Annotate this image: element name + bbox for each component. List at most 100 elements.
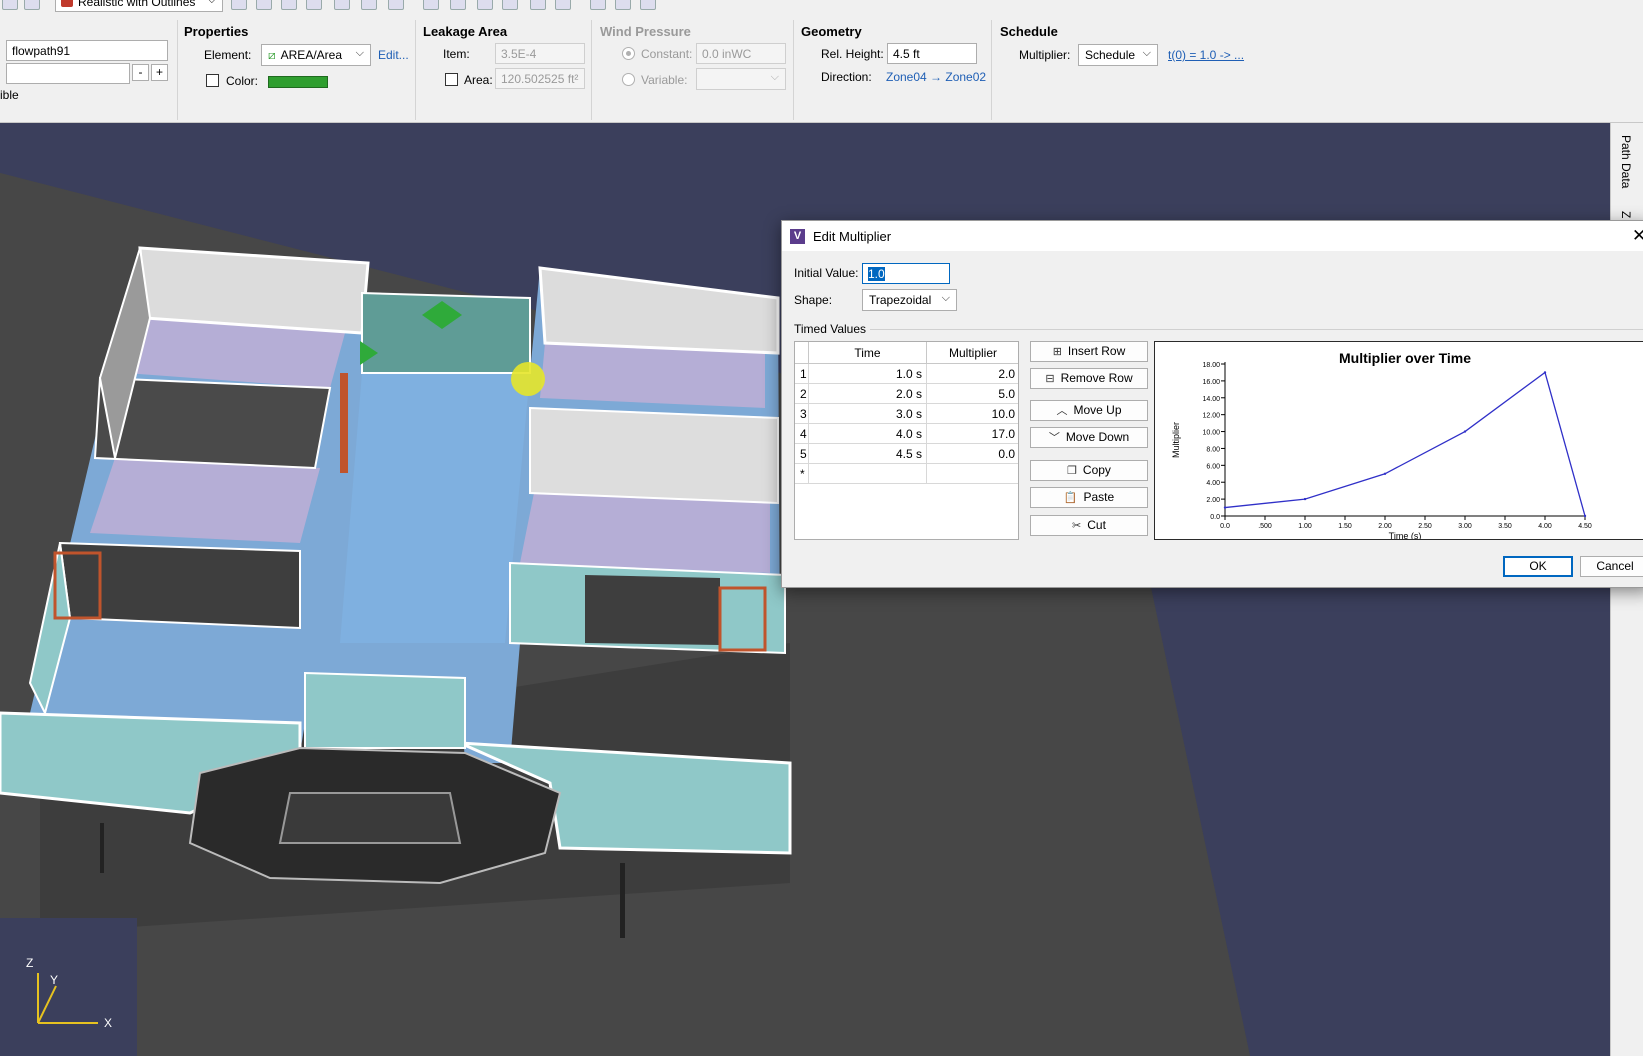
tool-icon[interactable] bbox=[615, 0, 631, 10]
tool-icon[interactable] bbox=[334, 0, 350, 10]
x-tick-label: 1.50 bbox=[1338, 523, 1352, 530]
secondary-field[interactable] bbox=[6, 63, 130, 84]
paste-button[interactable]: 📋 Paste bbox=[1030, 487, 1148, 508]
tool-icon[interactable] bbox=[361, 0, 377, 10]
multiplier-cell[interactable] bbox=[927, 464, 1019, 484]
scissors-icon: ✂ bbox=[1072, 520, 1082, 532]
rel-height-field[interactable]: 4.5 ft bbox=[887, 43, 977, 64]
column-header-time[interactable]: Time bbox=[809, 342, 927, 364]
properties-ribbon: Realistic with Outlines ⌵ flowpath91 - +… bbox=[0, 0, 1643, 123]
close-icon[interactable]: ✕ bbox=[1632, 226, 1643, 246]
table-header: Time Multiplier bbox=[795, 342, 1018, 364]
move-down-button[interactable]: ﹀ Move Down bbox=[1030, 427, 1148, 448]
multiplier-cell[interactable]: 2.0 bbox=[927, 364, 1019, 384]
schedule-formula-link[interactable]: t(0) = 1.0 -> ... bbox=[1168, 48, 1244, 62]
time-cell[interactable]: 4.5 s bbox=[809, 444, 927, 464]
view-mode-select[interactable]: Realistic with Outlines ⌵ bbox=[55, 0, 223, 12]
element-select[interactable]: ⧄ AREA/Area ⌵ bbox=[261, 44, 371, 66]
x-tick-label: 3.00 bbox=[1458, 523, 1472, 530]
axes-gizmo-icon bbox=[37, 973, 98, 1024]
orbit-tool-icon[interactable] bbox=[450, 0, 466, 10]
variable-select[interactable]: ⌵ bbox=[696, 68, 786, 90]
tab-path-data[interactable]: Path Data bbox=[1619, 135, 1633, 188]
multiplier-select[interactable]: Schedule ⌵ bbox=[1078, 44, 1158, 66]
shape-select[interactable]: Trapezoidal ⌵ bbox=[862, 289, 957, 311]
item-field[interactable]: 3.5E-4 bbox=[495, 43, 585, 64]
table-row[interactable]: 5 4.5 s 0.0 bbox=[795, 444, 1018, 464]
cut-button[interactable]: ✂ Cut bbox=[1030, 515, 1148, 536]
area-checkbox[interactable] bbox=[445, 73, 458, 86]
rel-height-label: Rel. Height: bbox=[821, 47, 884, 61]
remove-row-button[interactable]: ⊟ Remove Row bbox=[1030, 368, 1148, 389]
constant-radio[interactable] bbox=[622, 47, 635, 60]
copy-button[interactable]: ❐ Copy bbox=[1030, 460, 1148, 481]
area-field[interactable]: 120.502525 ft² bbox=[495, 68, 585, 89]
tool-icon[interactable] bbox=[2, 0, 18, 10]
move-up-button[interactable]: ︿ Move Up bbox=[1030, 400, 1148, 421]
schedule-section: Schedule Multiplier: Schedule ⌵ t(0) = 1… bbox=[992, 20, 1292, 120]
new-row[interactable]: * bbox=[795, 464, 1018, 484]
cut-label: Cut bbox=[1087, 518, 1106, 532]
paste-label: Paste bbox=[1083, 490, 1115, 504]
multiplier-cell[interactable]: 5.0 bbox=[927, 384, 1019, 404]
tool-icon[interactable] bbox=[530, 0, 546, 10]
move-tool-icon[interactable] bbox=[502, 0, 518, 10]
data-point bbox=[1583, 514, 1587, 518]
tool-icon[interactable] bbox=[555, 0, 571, 10]
time-cell[interactable]: 4.0 s bbox=[809, 424, 927, 444]
app-icon: V bbox=[790, 229, 805, 244]
tool-icon[interactable] bbox=[24, 0, 40, 10]
color-label: Color: bbox=[226, 74, 259, 88]
timed-values-table[interactable]: Time Multiplier 1 1.0 s 2.0 2 2.0 s 5.0 3 3.0 s… bbox=[794, 341, 1019, 540]
move-down-label: Move Down bbox=[1065, 430, 1130, 444]
time-cell[interactable]: 2.0 s bbox=[809, 384, 927, 404]
multiplier-cell[interactable]: 0.0 bbox=[927, 444, 1019, 464]
tool-icon[interactable] bbox=[306, 0, 322, 10]
multiplier-cell[interactable]: 17.0 bbox=[927, 424, 1019, 444]
cancel-button[interactable]: Cancel bbox=[1580, 556, 1643, 577]
constant-field[interactable]: 0.0 inWC bbox=[696, 43, 786, 64]
multiplier-cell[interactable]: 10.0 bbox=[927, 404, 1019, 424]
color-checkbox[interactable] bbox=[206, 74, 219, 87]
color-swatch[interactable] bbox=[268, 76, 328, 88]
tab-z[interactable]: Z bbox=[1619, 211, 1633, 218]
tool-icon[interactable] bbox=[388, 0, 404, 10]
tool-icon[interactable] bbox=[640, 0, 656, 10]
section-title: Leakage Area bbox=[423, 24, 508, 39]
time-cell[interactable]: 1.0 s bbox=[809, 364, 927, 384]
minus-button[interactable]: - bbox=[132, 64, 149, 81]
table-row[interactable]: 2 2.0 s 5.0 bbox=[795, 384, 1018, 404]
insert-row-button[interactable]: ⊞ Insert Row bbox=[1030, 341, 1148, 362]
table-row[interactable]: 3 3.0 s 10.0 bbox=[795, 404, 1018, 424]
ok-button[interactable]: OK bbox=[1503, 556, 1573, 577]
x-axis-label: Time (s) bbox=[1389, 531, 1422, 540]
variable-radio[interactable] bbox=[622, 73, 635, 86]
table-row[interactable]: 1 1.0 s 2.0 bbox=[795, 364, 1018, 384]
direction-link[interactable]: Zone04 → Zone02 bbox=[886, 70, 986, 84]
name-panel: flowpath91 - + ible bbox=[0, 20, 178, 120]
select-tool-icon[interactable] bbox=[423, 0, 439, 10]
table-row[interactable]: 4 4.0 s 17.0 bbox=[795, 424, 1018, 444]
tool-icon[interactable] bbox=[590, 0, 606, 10]
tool-icon[interactable] bbox=[256, 0, 272, 10]
visible-label: ible bbox=[0, 88, 19, 102]
path-name-field[interactable]: flowpath91 bbox=[6, 40, 168, 61]
element-value: AREA/Area bbox=[280, 48, 342, 62]
dialog-titlebar[interactable]: V Edit Multiplier ✕ bbox=[782, 221, 1643, 251]
initial-value-field[interactable]: 1.0 bbox=[862, 263, 950, 284]
tool-icon[interactable] bbox=[281, 0, 297, 10]
row-header-corner bbox=[795, 342, 809, 364]
data-point bbox=[1303, 497, 1307, 501]
time-cell[interactable] bbox=[809, 464, 927, 484]
column-header-multiplier[interactable]: Multiplier bbox=[927, 342, 1019, 364]
view-mode-label: Realistic with Outlines bbox=[78, 0, 196, 9]
edit-element-link[interactable]: Edit... bbox=[378, 48, 409, 62]
remove-row-icon: ⊟ bbox=[1045, 373, 1055, 385]
tool-icon[interactable] bbox=[231, 0, 247, 10]
plus-button[interactable]: + bbox=[151, 64, 168, 81]
walk-tool-icon[interactable] bbox=[477, 0, 493, 10]
time-cell[interactable]: 3.0 s bbox=[809, 404, 927, 424]
shape-select-value: Trapezoidal bbox=[869, 293, 932, 307]
x-tick-label: 2.50 bbox=[1418, 523, 1432, 530]
multiplier-select-value: Schedule bbox=[1085, 48, 1136, 62]
